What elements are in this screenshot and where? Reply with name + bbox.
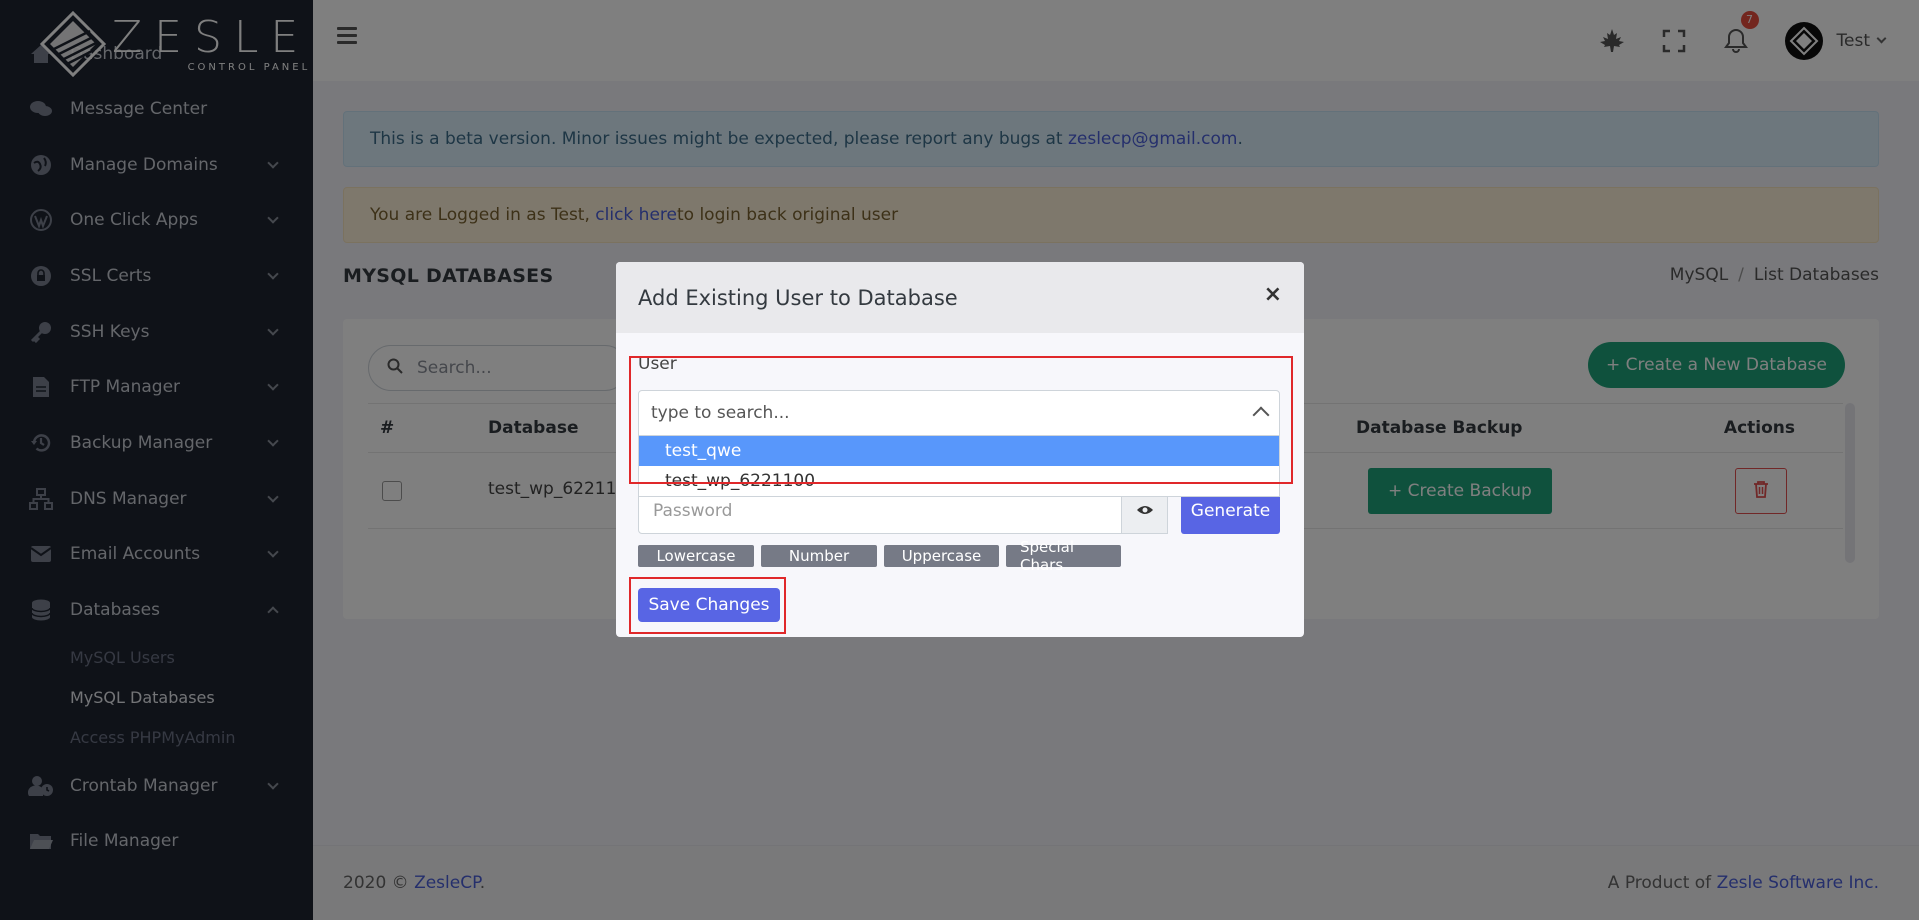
user-options-list: test_qwe test_wp_6221100 — [638, 436, 1280, 497]
user-search-input[interactable] — [651, 403, 1211, 423]
chevron-up-icon[interactable] — [1252, 406, 1270, 424]
user-select[interactable] — [638, 390, 1280, 436]
close-icon[interactable]: × — [1264, 282, 1282, 307]
save-changes-button[interactable]: Save Changes — [638, 588, 780, 622]
add-user-modal: Add Existing User to Database × User tes… — [616, 262, 1304, 637]
chip-special-chars[interactable]: Special Chars — [1006, 538, 1121, 574]
chip-number[interactable]: Number — [761, 545, 877, 567]
user-option-test-qwe[interactable]: test_qwe — [639, 436, 1279, 466]
user-option-test-wp-6221100[interactable]: test_wp_6221100 — [639, 466, 1279, 496]
chip-lowercase[interactable]: Lowercase — [638, 545, 754, 567]
modal-title: Add Existing User to Database — [638, 285, 958, 310]
password-options: Lowercase Number Uppercase Special Chars — [638, 538, 1121, 574]
modal-header: Add Existing User to Database × — [616, 262, 1304, 333]
eye-icon — [1136, 501, 1154, 521]
chip-uppercase[interactable]: Uppercase — [884, 545, 999, 567]
user-label: User — [638, 354, 677, 374]
